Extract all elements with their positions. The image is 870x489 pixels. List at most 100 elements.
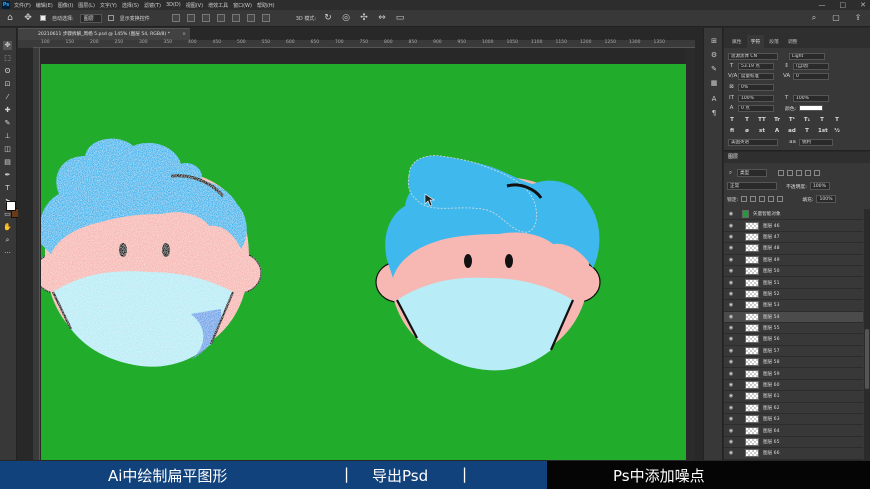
layer-row[interactable]: ◉ 图层 48: [724, 243, 863, 255]
document-tab[interactable]: 20210611 步骤拆解_周杨 5.psd @ 145% (图层 54, RG…: [18, 28, 190, 40]
visibility-eye-icon[interactable]: ◉: [726, 302, 736, 308]
pen-tool-icon[interactable]: ✒: [3, 171, 12, 180]
visibility-eye-icon[interactable]: ◉: [726, 234, 736, 240]
align-top-icon[interactable]: [216, 14, 225, 22]
close-tab-icon[interactable]: ×: [182, 29, 186, 40]
opentype-button[interactable]: A: [773, 128, 781, 134]
vertical-ruler[interactable]: [33, 48, 40, 460]
layer-row[interactable]: ◉ 图层 55: [724, 323, 863, 335]
show-transform-checkbox[interactable]: [107, 15, 114, 21]
visibility-eye-icon[interactable]: ◉: [726, 405, 736, 411]
search-icon[interactable]: ⌕: [808, 12, 820, 24]
move-tool-icon[interactable]: ✥: [22, 12, 34, 24]
lock-all-icon[interactable]: [777, 196, 784, 202]
lock-transparent-icon[interactable]: [741, 196, 748, 202]
opentype-button[interactable]: ½: [833, 128, 841, 134]
close-window-button[interactable]: ✕: [860, 0, 866, 10]
layer-row[interactable]: ◉ 图层 64: [724, 425, 863, 437]
pan-3d-icon[interactable]: ✣: [358, 12, 370, 24]
tracking-field[interactable]: 0: [793, 72, 829, 80]
history-icon[interactable]: ⊞: [709, 36, 719, 46]
layer-row[interactable]: ◉ 图层 46: [724, 220, 863, 232]
visibility-eye-icon[interactable]: ◉: [726, 336, 736, 342]
brush-settings-icon[interactable]: ✎: [709, 64, 719, 74]
type-style-button[interactable]: T₁: [803, 117, 811, 123]
visibility-eye-icon[interactable]: ◉: [726, 268, 736, 274]
align-bottom-icon[interactable]: [246, 14, 255, 22]
crop-tool-icon[interactable]: ⊡: [3, 80, 12, 89]
layer-row[interactable]: ◉ 图层 62: [724, 403, 863, 415]
opentype-button[interactable]: ø: [743, 128, 751, 134]
menu-item[interactable]: 文件(F): [14, 2, 31, 9]
layer-row[interactable]: ◉ 图层 49: [724, 255, 863, 266]
minimize-button[interactable]: —: [819, 0, 826, 10]
foreground-color-swatch[interactable]: [6, 201, 16, 211]
filter-pixel-icon[interactable]: [778, 170, 784, 176]
align-right-icon[interactable]: [201, 14, 210, 22]
visibility-eye-icon[interactable]: ◉: [726, 257, 736, 263]
lock-artboard-icon[interactable]: [768, 196, 775, 202]
horizontal-scale-field[interactable]: 100%: [793, 94, 829, 102]
menu-item[interactable]: 窗口(W): [233, 2, 252, 9]
canvas-scrollbar[interactable]: [686, 48, 695, 460]
type-style-button[interactable]: T: [743, 117, 751, 123]
paragraph-panel-icon[interactable]: ¶: [709, 108, 719, 118]
language-dropdown[interactable]: 美国英语: [728, 138, 778, 146]
filter-shape-icon[interactable]: [805, 170, 811, 176]
lock-pixels-icon[interactable]: [750, 196, 757, 202]
stamp-tool-icon[interactable]: ⊥: [3, 132, 12, 141]
layer-row[interactable]: ◉ 图层 52: [724, 289, 863, 301]
layer-row[interactable]: ◉ 图层 50: [724, 266, 863, 278]
visibility-eye-icon[interactable]: ◉: [726, 280, 736, 286]
font-family-dropdown[interactable]: 思源黑体 CN: [728, 52, 778, 60]
zoom-tool-icon[interactable]: ⌕: [3, 236, 12, 245]
hand-tool-icon[interactable]: ✋: [3, 223, 12, 232]
layer-row[interactable]: ◉ 图层 59: [724, 368, 863, 380]
roll-3d-icon[interactable]: ◎: [340, 12, 352, 24]
lasso-tool-icon[interactable]: ʘ: [3, 67, 12, 76]
home-icon[interactable]: ⌂: [4, 12, 16, 24]
swatches-icon[interactable]: ▦: [709, 78, 719, 88]
type-tool-icon[interactable]: T: [3, 184, 12, 193]
slide-3d-icon[interactable]: ⇔: [376, 12, 388, 24]
visibility-eye-icon[interactable]: ◉: [726, 291, 736, 297]
visibility-eye-icon[interactable]: ◉: [726, 325, 736, 331]
kerning-field[interactable]: 度量标准: [738, 72, 774, 80]
more-align-icon[interactable]: [261, 14, 270, 22]
layer-row[interactable]: ◉ 图层 58: [724, 357, 863, 369]
character-panel-icon[interactable]: A: [709, 94, 719, 104]
layer-row[interactable]: ◉ 图层 53: [724, 300, 863, 312]
filter-kind-dropdown[interactable]: 类型: [737, 169, 767, 177]
align-left-icon[interactable]: [171, 14, 180, 22]
gradient-tool-icon[interactable]: ▤: [3, 158, 12, 167]
panel-tab[interactable]: 调整: [784, 35, 802, 48]
menu-item[interactable]: 选择(S): [122, 2, 139, 9]
layer-row[interactable]: ◉ 矢量智能对象: [724, 209, 863, 221]
opacity-field[interactable]: 100%: [809, 182, 830, 190]
more-tools-icon[interactable]: ···: [3, 249, 12, 258]
opentype-button[interactable]: 1st: [818, 128, 828, 134]
canvas[interactable]: [41, 64, 686, 460]
layer-row[interactable]: ◉ 图层 51: [724, 277, 863, 289]
layer-row[interactable]: ◉ 图层 60: [724, 380, 863, 392]
type-style-button[interactable]: T: [728, 117, 736, 123]
layer-row[interactable]: ◉ 图层 61: [724, 391, 863, 403]
layer-row[interactable]: ◉ 图层 47: [724, 232, 863, 244]
scale-3d-icon[interactable]: ▭: [394, 12, 406, 24]
properties-icon[interactable]: ⚙: [709, 50, 719, 60]
visibility-eye-icon[interactable]: ◉: [726, 223, 736, 229]
visibility-eye-icon[interactable]: ◉: [726, 416, 736, 422]
layer-row[interactable]: ◉ 图层 57: [724, 346, 863, 358]
type-style-button[interactable]: T: [833, 117, 841, 123]
move-tool-icon[interactable]: ✥: [3, 41, 12, 50]
visibility-eye-icon[interactable]: ◉: [726, 314, 736, 320]
panel-tab[interactable]: 字符: [746, 35, 765, 48]
opentype-button[interactable]: T: [803, 128, 811, 134]
visibility-eye-icon[interactable]: ◉: [726, 359, 736, 365]
brush-tool-icon[interactable]: ✎: [3, 119, 12, 128]
text-color-swatch[interactable]: [799, 105, 824, 111]
font-size-field[interactable]: 53.19 点: [738, 62, 774, 70]
visibility-eye-icon[interactable]: ◉: [726, 348, 736, 354]
layers-scrollbar-thumb[interactable]: [865, 329, 869, 389]
panel-tab[interactable]: 属性: [728, 35, 746, 48]
